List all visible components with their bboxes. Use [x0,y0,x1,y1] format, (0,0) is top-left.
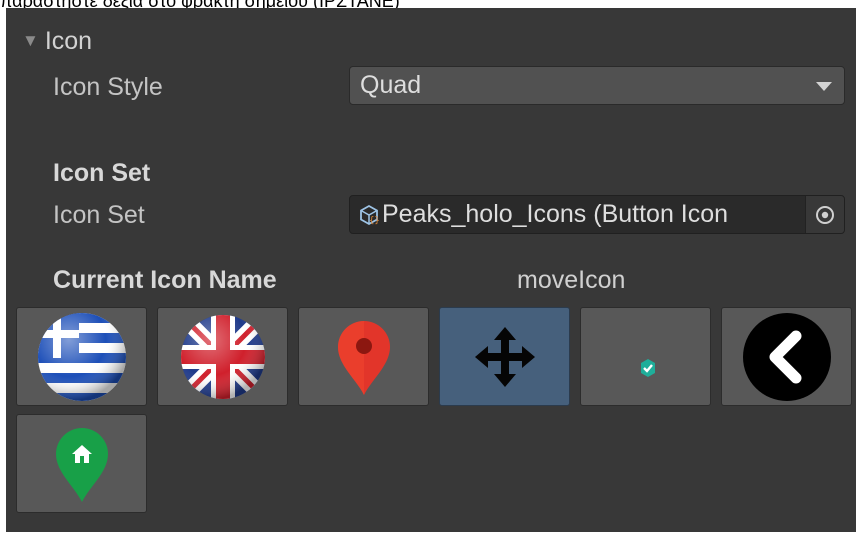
tile-greek-flag[interactable] [16,307,147,406]
check-badge-icon [640,358,655,377]
object-picker-icon[interactable] [805,196,844,233]
home-pin-icon [55,427,108,502]
svg-text:{}: {} [369,216,380,226]
current-icon-label: Current Icon Name [53,266,277,294]
icon-style-dropdown[interactable]: Quad [349,66,845,105]
scriptable-object-icon: {} [358,204,380,226]
tile-map-pin[interactable] [298,307,429,406]
map-pin-icon [337,320,390,395]
icon-set-header: Icon Set [53,159,151,187]
uk-flag-icon [180,314,265,399]
icon-style-label: Icon Style [53,73,163,101]
tile-uk-flag[interactable] [157,307,288,406]
tile-move[interactable] [439,307,570,406]
dropdown-arrow-icon [816,82,832,91]
tile-check-badge[interactable] [580,307,711,406]
icon-foldout[interactable]: ▼ Icon [22,26,92,56]
icon-set-label: Icon Set [53,201,145,229]
back-arrow-icon [742,312,831,401]
tile-home-pin[interactable] [16,414,147,513]
foldout-title: Icon [44,26,93,55]
move-icon [474,326,535,387]
current-icon-value: moveIcon [517,266,626,294]
tile-back-arrow[interactable] [721,307,852,406]
icon-style-value: Quad [360,71,422,99]
greek-flag-icon [37,312,126,401]
icon-set-value: Peaks_holo_Icons (Button Icon [382,200,729,228]
icon-set-field[interactable]: {} Peaks_holo_Icons (Button Icon [349,195,845,234]
foldout-arrow-icon[interactable]: ▼ [22,31,39,51]
